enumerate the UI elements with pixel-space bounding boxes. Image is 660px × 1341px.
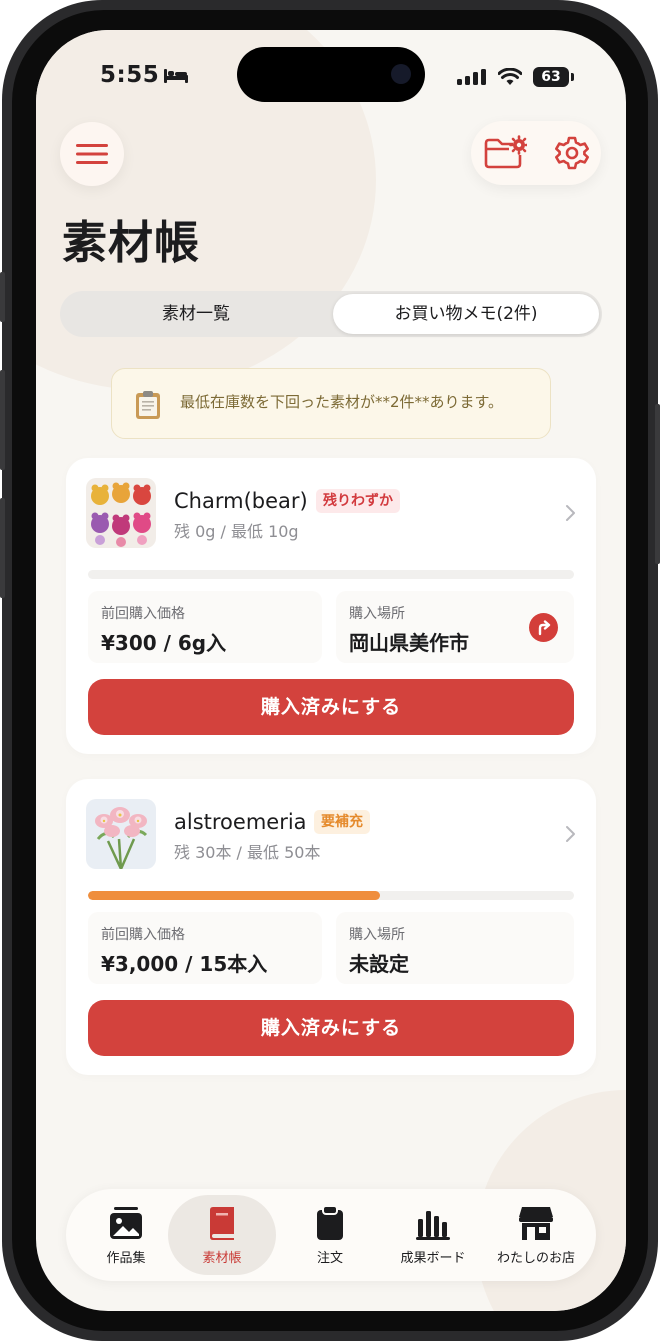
header-actions — [471, 121, 601, 185]
last-price-box: 前回購入価格 ¥300 / 6g入 — [88, 591, 322, 663]
tab-label: わたしのお店 — [496, 1251, 575, 1266]
mark-purchased-button[interactable]: 購入済みにする — [88, 1000, 574, 1056]
battery-level: 63 — [533, 67, 569, 87]
last-price-label: 前回購入価格 — [101, 927, 185, 943]
last-price-value: ¥3,000 / 15本入 — [101, 952, 268, 976]
app-screen: 5:55 63 素材帳 素材一覧 お買い物メモ(2件) 最低在庫数を下回った素材… — [36, 30, 626, 1311]
tab-results[interactable]: 成果ボード — [379, 1195, 487, 1275]
gear-icon[interactable] — [554, 135, 590, 171]
chevron-right-icon[interactable] — [564, 825, 576, 843]
tab-label: 作品集 — [106, 1251, 146, 1266]
status-bar: 5:55 63 — [36, 30, 626, 110]
purchase-place-box: 購入場所 未設定 — [336, 912, 574, 984]
item-name[interactable]: alstroemeria — [174, 810, 307, 834]
cellular-signal-icon — [457, 69, 486, 85]
stock-progress-bar — [88, 891, 574, 900]
directions-button[interactable] — [529, 613, 558, 642]
last-price-label: 前回購入価格 — [101, 606, 185, 622]
front-camera — [391, 64, 411, 84]
menu-button[interactable] — [60, 122, 124, 186]
bottom-tab-bar: 作品集 素材帳 注文 成果ボード わたしのお店 — [66, 1189, 596, 1281]
clipboard-icon — [136, 391, 160, 419]
purchase-place-label: 購入場所 — [349, 606, 405, 622]
item-name[interactable]: Charm(bear) — [174, 489, 308, 513]
chevron-right-icon[interactable] — [564, 504, 576, 522]
clipboard-icon — [317, 1205, 343, 1240]
status-time: 5:55 — [100, 62, 160, 88]
hamburger-menu-icon — [76, 144, 108, 164]
page-title: 素材帳 — [62, 216, 201, 269]
last-price-value: ¥300 / 6g入 — [101, 631, 227, 655]
stock-progress-fill — [88, 891, 380, 900]
mark-purchased-button[interactable]: 購入済みにする — [88, 679, 574, 735]
tab-materials[interactable]: 素材帳 — [168, 1195, 276, 1275]
tab-label: 成果ボード — [400, 1251, 466, 1266]
bar-chart-icon — [416, 1211, 450, 1240]
wifi-icon — [498, 68, 522, 85]
material-card: Charm(bear) 残りわずか 残 0g / 最低 10g 前回購入価格 ¥… — [66, 458, 596, 754]
volume-up-button — [0, 370, 5, 470]
item-thumbnail[interactable] — [86, 799, 156, 869]
status-badge: 要補充 — [314, 810, 370, 834]
store-icon — [519, 1207, 553, 1240]
tab-label: 素材帳 — [202, 1251, 242, 1266]
item-thumbnail[interactable] — [86, 478, 156, 548]
material-card: alstroemeria 要補充 残 30本 / 最低 50本 前回購入価格 ¥… — [66, 779, 596, 1075]
segmented-control: 素材一覧 お買い物メモ(2件) — [60, 291, 602, 337]
item-stock: 残 30本 / 最低 50本 — [174, 843, 321, 862]
low-stock-notice: 最低在庫数を下回った素材が**2件**あります。 — [111, 368, 551, 439]
tab-material-list[interactable]: 素材一覧 — [63, 294, 329, 334]
tab-shopping-memo[interactable]: お買い物メモ(2件) — [333, 294, 599, 334]
volume-down-button — [0, 498, 5, 598]
status-badge: 残りわずか — [316, 489, 400, 513]
purchase-place-value: 岡山県美作市 — [349, 631, 469, 655]
turn-right-arrow-icon — [538, 619, 550, 635]
book-icon — [210, 1207, 234, 1240]
item-stock: 残 0g / 最低 10g — [174, 522, 299, 541]
purchase-place-value: 未設定 — [349, 952, 409, 976]
tab-label: 注文 — [316, 1251, 343, 1266]
action-button — [0, 272, 5, 322]
purchase-place-label: 購入場所 — [349, 927, 405, 943]
tab-my-shop[interactable]: わたしのお店 — [482, 1195, 590, 1275]
charm-bear-image — [86, 478, 156, 548]
alstroemeria-image — [86, 799, 156, 869]
gallery-icon — [110, 1207, 142, 1239]
notice-text: 最低在庫数を下回った素材が**2件**あります。 — [180, 393, 504, 411]
battery-tip — [571, 73, 574, 81]
sleep-mode-icon — [164, 69, 188, 83]
tab-orders[interactable]: 注文 — [276, 1195, 384, 1275]
folder-settings-icon[interactable] — [483, 135, 527, 171]
purchase-place-box: 購入場所 岡山県美作市 — [336, 591, 574, 663]
tab-gallery[interactable]: 作品集 — [72, 1195, 180, 1275]
last-price-box: 前回購入価格 ¥3,000 / 15本入 — [88, 912, 322, 984]
power-button — [655, 404, 660, 564]
stock-progress-bar — [88, 570, 574, 579]
